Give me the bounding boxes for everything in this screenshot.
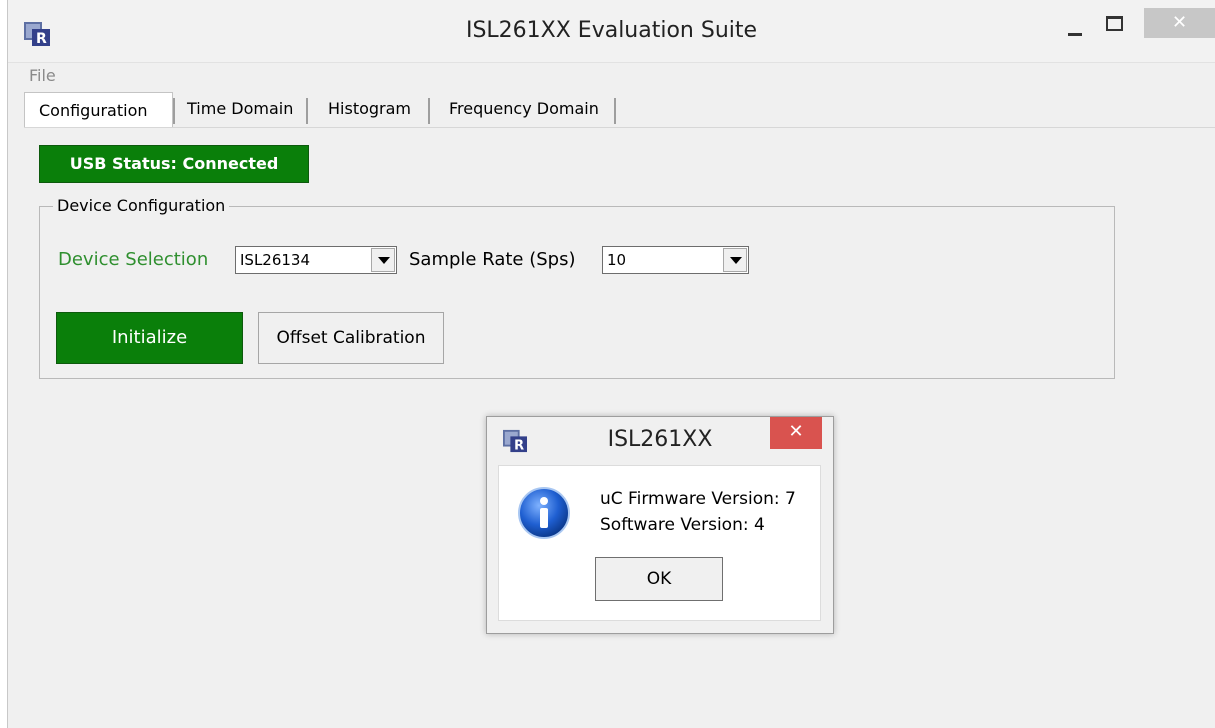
dialog-close-button[interactable]: ✕ [770, 417, 822, 449]
tab-histogram[interactable]: Histogram [328, 96, 411, 124]
window-title: ISL261XX Evaluation Suite [465, 18, 758, 43]
device-selection-value: ISL26134 [240, 251, 311, 269]
device-selection-label: Device Selection [58, 249, 209, 270]
offset-calibration-button[interactable]: Offset Calibration [258, 312, 444, 364]
tab-configuration[interactable]: Configuration [24, 92, 173, 128]
firmware-version-text: uC Firmware Version: 7 [600, 489, 796, 509]
main-window: R ISL261XX Evaluation Suite ✕ File Confi… [7, 0, 1215, 728]
minimize-icon[interactable] [1068, 33, 1082, 36]
tab-panel-border [24, 127, 1215, 128]
chevron-down-icon[interactable] [723, 248, 747, 272]
tab-divider [306, 98, 308, 124]
tab-divider [428, 98, 430, 124]
tab-divider [173, 98, 175, 124]
maximize-icon[interactable] [1106, 16, 1123, 31]
software-version-text: Software Version: 4 [600, 515, 765, 535]
tab-time-domain[interactable]: Time Domain [187, 96, 293, 124]
group-label: Device Configuration [53, 196, 230, 215]
sample-rate-dropdown[interactable]: 10 [602, 246, 749, 274]
device-selection-dropdown[interactable]: ISL26134 [235, 246, 397, 274]
message-dialog: R ISL261XX ✕ uC Firmware Version: 7 Soft… [486, 416, 834, 634]
sample-rate-value: 10 [607, 251, 627, 269]
title-bar[interactable]: R ISL261XX Evaluation Suite ✕ [8, 0, 1215, 62]
menu-file[interactable]: File [29, 66, 56, 85]
chevron-down-icon[interactable] [371, 248, 395, 272]
info-icon [518, 487, 570, 539]
usb-status-indicator: USB Status: Connected [39, 145, 309, 183]
tab-divider [614, 98, 616, 124]
initialize-button[interactable]: Initialize [56, 312, 243, 364]
ok-button[interactable]: OK [595, 557, 723, 601]
tab-frequency-domain[interactable]: Frequency Domain [449, 96, 599, 124]
sample-rate-label: Sample Rate (Sps) [409, 249, 576, 270]
menu-bar: File [8, 62, 1215, 89]
close-button[interactable]: ✕ [1144, 8, 1215, 38]
